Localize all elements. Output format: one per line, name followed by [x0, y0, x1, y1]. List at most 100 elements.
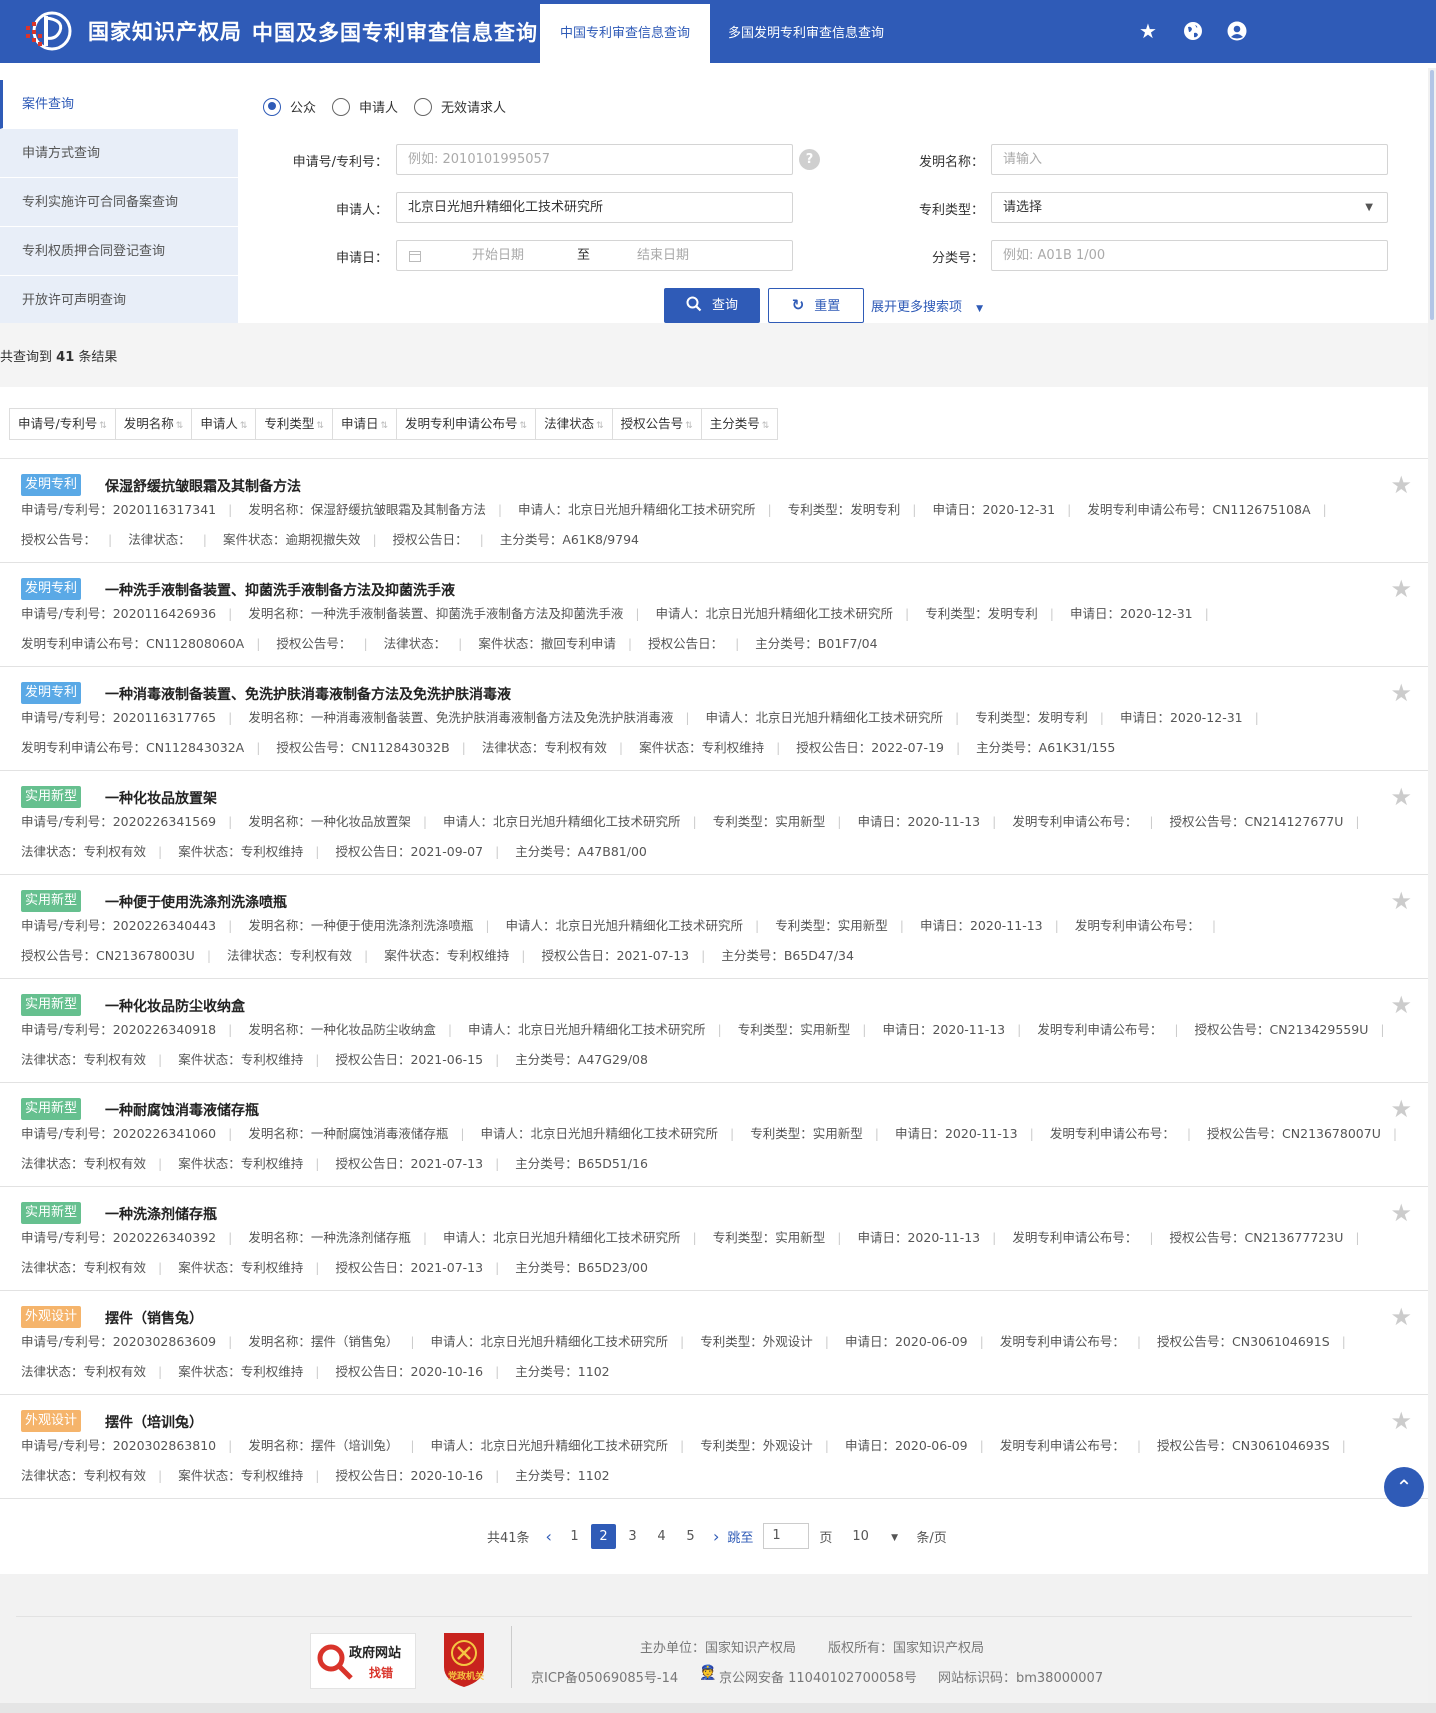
page-3[interactable]: 3 — [620, 1524, 645, 1549]
meta-separator: | — [460, 1126, 465, 1141]
result-title-link[interactable]: 一种化妆品防尘收纳盒 — [105, 996, 245, 1016]
result-item[interactable]: 实用新型 一种耐腐蚀消毒液储存瓶 ★ 申请号/专利号：2020226341060 | 发… — [0, 1083, 1428, 1187]
meta-separator: | — [627, 636, 633, 651]
globe-icon[interactable] — [1182, 20, 1204, 42]
scrollbar-thumb[interactable] — [1430, 70, 1434, 320]
result-item[interactable]: 实用新型 一种洗涤剂储存瓶 ★ 申请号/专利号：2020226340392 | 发明名称… — [0, 1187, 1428, 1291]
patent-type-value: 请选择 — [1003, 200, 1043, 215]
search-button[interactable]: 查询 — [664, 288, 760, 323]
reset-button[interactable]: ↻ 重置 — [768, 288, 864, 323]
result-meta-field: 授权公告日：2021-07-13 — [335, 1156, 484, 1171]
patent-type-select[interactable]: 请选择 ▼ — [991, 192, 1388, 223]
page-4[interactable]: 4 — [649, 1524, 674, 1549]
patent-type-badge: 发明专利 — [21, 682, 82, 704]
sort-app-no[interactable]: 申请号/专利号 ⇅ — [10, 409, 116, 439]
meta-separator: | — [158, 1468, 163, 1483]
party-gov-organ-logo[interactable]: 党政机关 — [438, 1627, 490, 1689]
result-title-link[interactable]: 一种洗手液制备装置、抑菌洗手液制备方法及抑菌洗手液 — [105, 580, 455, 600]
result-item[interactable]: 发明专利 一种洗手液制备装置、抑菌洗手液制备方法及抑菌洗手液 ★ 申请号/专利号：20… — [0, 563, 1428, 667]
start-date-input[interactable]: 开始日期 — [472, 241, 524, 270]
class-no-input[interactable]: 例如: A01B 1/00 — [991, 240, 1388, 271]
result-meta-field: 申请号/专利号：2020226340392 — [21, 1230, 217, 1245]
result-title-link[interactable]: 摆件（销售兔） — [105, 1308, 203, 1328]
user-role-radio-group: 公众 申请人 无效请求人 — [263, 97, 522, 116]
footer-police-record[interactable]: 京公网安备 11040102700058号 — [719, 1667, 917, 1686]
invention-name-input[interactable]: 请输入 — [991, 144, 1388, 175]
result-title-link[interactable]: 一种耐腐蚀消毒液储存瓶 — [105, 1100, 259, 1120]
result-meta-field: 申请号/专利号：2020302863810 — [21, 1438, 217, 1453]
result-item[interactable]: 实用新型 一种化妆品放置架 ★ 申请号/专利号：2020226341569 | 发明名称… — [0, 771, 1428, 875]
sidebar-item-pledge-contract[interactable]: 专利权质押合同登记查询 — [0, 227, 238, 276]
sort-invention-name[interactable]: 发明名称 ⇅ — [116, 409, 193, 439]
page-2[interactable]: 2 — [590, 1523, 616, 1549]
sort-main-class[interactable]: 主分类号 ⇅ — [702, 409, 778, 439]
result-meta-field: 申请号/专利号：2020116426936 — [21, 606, 217, 621]
sort-publication-no[interactable]: 发明专利申请公布号 ⇅ — [397, 409, 537, 439]
expand-more-options-link[interactable]: 展开更多搜索项 ▼ — [871, 296, 983, 315]
meta-separator: | — [1136, 1438, 1142, 1453]
page-5[interactable]: 5 — [678, 1524, 703, 1549]
applicant-input[interactable]: 北京日光旭升精细化工技术研究所 — [396, 192, 793, 223]
sort-icon: ⇅ — [239, 421, 248, 431]
bottom-status-strip — [0, 1703, 1436, 1713]
result-title-link[interactable]: 一种洗涤剂储存瓶 — [105, 1204, 217, 1224]
radio-invalidation-requester[interactable] — [414, 97, 433, 116]
sort-legal-status[interactable]: 法律状态 ⇅ — [536, 409, 613, 439]
sidebar-item-case-query[interactable]: 案件查询 — [0, 80, 238, 129]
back-to-top-button[interactable]: ⌃ — [1384, 1467, 1424, 1507]
result-meta: 申请号/专利号：2020116426936 | 发明名称：一种洗手液制备装置、抑菌… — [21, 599, 1411, 659]
help-icon[interactable]: ? — [799, 149, 820, 170]
prev-page-icon[interactable]: ‹ — [546, 1527, 552, 1546]
sidebar-item-open-license[interactable]: 开放许可声明查询 — [0, 276, 238, 325]
next-page-icon[interactable]: › — [713, 1527, 719, 1546]
user-icon[interactable] — [1226, 20, 1248, 42]
sidebar-item-license-contract[interactable]: 专利实施许可合同备案查询 — [0, 178, 238, 227]
result-item[interactable]: 外观设计 摆件（销售兔） ★ 申请号/专利号：2020302863609 | 发明名称：… — [0, 1291, 1428, 1395]
result-title-link[interactable]: 保湿舒缓抗皱眼霜及其制备方法 — [105, 476, 301, 496]
meta-separator: | — [495, 1260, 500, 1275]
result-title-link[interactable]: 一种消毒液制备装置、免洗护肤消毒液制备方法及免洗护肤消毒液 — [105, 684, 511, 704]
radio-public[interactable] — [263, 97, 281, 116]
sort-grant-no[interactable]: 授权公告号 ⇅ — [613, 409, 702, 439]
result-meta-field: 授权公告号： — [276, 636, 352, 651]
meta-separator: | — [108, 532, 113, 547]
result-item[interactable]: 实用新型 一种便于使用洗涤剂洗涤喷瓶 ★ 申请号/专利号：2020226340443 |… — [0, 875, 1428, 979]
result-meta-field: 授权公告日：2021-07-13 — [335, 1260, 484, 1275]
sort-app-date[interactable]: 申请日 ⇅ — [333, 409, 398, 439]
patent-type-label: 专利类型： — [918, 203, 984, 218]
cnipa-logo-group[interactable]: 国家知识产权局 — [22, 10, 242, 52]
jump-page-input[interactable]: 1 — [763, 1523, 810, 1549]
app-date-range[interactable]: 开始日期 至 结束日期 — [396, 240, 793, 271]
meta-separator: | — [837, 1230, 842, 1245]
meta-separator: | — [228, 1230, 233, 1245]
tab-multi-country-patent[interactable]: 多国发明专利审查信息查询 — [712, 4, 900, 63]
result-item[interactable]: 发明专利 一种消毒液制备装置、免洗护肤消毒液制备方法及免洗护肤消毒液 ★ 申请号/专利… — [0, 667, 1428, 771]
radio-applicant[interactable] — [332, 97, 351, 116]
gov-site-error-report-logo[interactable]: 政府网站 找错 — [310, 1633, 416, 1689]
sort-label: 主分类号 — [709, 416, 760, 431]
page-1[interactable]: 1 — [562, 1524, 587, 1549]
footer-icp[interactable]: 京ICP备05069085号-14 — [531, 1667, 678, 1686]
sidebar-item-application-method[interactable]: 申请方式查询 — [0, 129, 238, 178]
result-title-link[interactable]: 一种化妆品放置架 — [105, 788, 217, 808]
app-no-label: 申请号/专利号： — [292, 155, 388, 170]
result-item[interactable]: 外观设计 摆件（培训兔） ★ 申请号/专利号：2020302863810 | 发明名称：… — [0, 1395, 1428, 1499]
meta-separator: | — [755, 918, 760, 933]
result-item[interactable]: 实用新型 一种化妆品防尘收纳盒 ★ 申请号/专利号：2020226340918 | 发明… — [0, 979, 1428, 1083]
meta-separator: | — [824, 1334, 829, 1349]
meta-separator: | — [905, 606, 910, 621]
page-size-select[interactable]: 10 ▼ — [852, 1529, 908, 1544]
sort-patent-type[interactable]: 专利类型 ⇅ — [256, 409, 333, 439]
invention-name-label: 发明名称： — [918, 155, 984, 170]
result-meta-field: 专利类型：发明专利 — [787, 502, 901, 517]
patent-type-badge: 实用新型 — [21, 786, 82, 808]
star-icon[interactable]: ★ — [1137, 20, 1159, 42]
app-no-input[interactable]: 例如: 2010101995057 — [396, 144, 793, 175]
result-title-link[interactable]: 一种便于使用洗涤剂洗涤喷瓶 — [105, 892, 287, 912]
result-meta-field: 主分类号：A47G29/08 — [515, 1052, 648, 1067]
end-date-input[interactable]: 结束日期 — [637, 241, 689, 270]
result-title-link[interactable]: 摆件（培训兔） — [105, 1412, 203, 1432]
tab-china-patent[interactable]: 中国专利审查信息查询 — [540, 4, 710, 63]
sort-applicant[interactable]: 申请人 ⇅ — [192, 409, 257, 439]
result-item[interactable]: 发明专利 保湿舒缓抗皱眼霜及其制备方法 ★ 申请号/专利号：2020116317341… — [0, 459, 1428, 563]
